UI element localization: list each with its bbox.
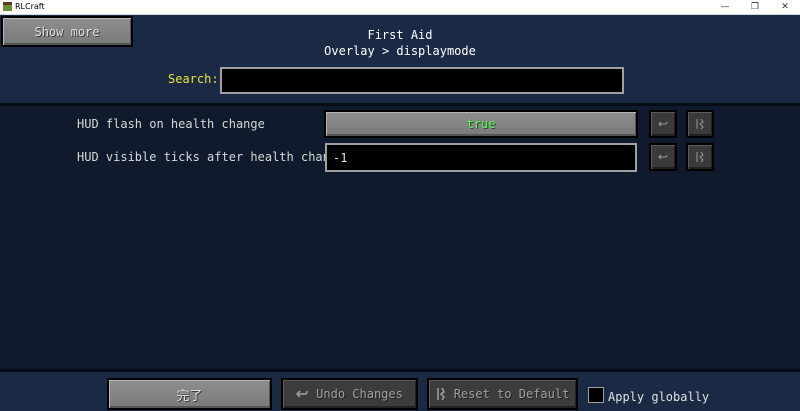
done-button[interactable]: 完了 — [107, 378, 272, 410]
window-titlebar: RLCraft — ❐ ✕ — [0, 0, 800, 15]
window-title: RLCraft — [15, 2, 45, 11]
reset-setting-button[interactable] — [686, 110, 714, 138]
apply-globally-checkbox[interactable] — [588, 387, 604, 403]
reset-to-default-label: Reset to Default — [453, 387, 570, 401]
setting-label: HUD visible ticks after health change — [77, 150, 345, 164]
hud-flash-toggle[interactable]: true — [324, 110, 638, 138]
reset-icon — [436, 387, 446, 401]
undo-setting-button[interactable] — [649, 110, 677, 138]
search-label: Search: — [168, 72, 219, 86]
setting-label: HUD flash on health change — [77, 117, 265, 131]
search-input[interactable] — [220, 67, 624, 94]
close-button[interactable]: ✕ — [770, 0, 800, 14]
reset-to-default-button[interactable]: Reset to Default — [427, 378, 578, 410]
reset-setting-button[interactable] — [686, 143, 714, 171]
undo-icon — [658, 154, 668, 160]
undo-icon — [296, 389, 308, 399]
reset-icon — [696, 151, 704, 163]
toggle-value: true — [466, 117, 496, 131]
apply-globally-label: Apply globally — [608, 390, 710, 404]
app-icon — [3, 2, 12, 11]
undo-icon — [658, 121, 668, 127]
undo-changes-button[interactable]: Undo Changes — [281, 378, 418, 410]
page-title: First Aid — [367, 28, 433, 42]
header-divider — [0, 103, 800, 106]
undo-setting-button[interactable] — [649, 143, 677, 171]
hud-ticks-input[interactable]: -1 — [325, 143, 637, 172]
reset-icon — [696, 118, 704, 130]
breadcrumb: Overlay > displaymode — [324, 44, 476, 58]
minimize-button[interactable]: — — [710, 0, 740, 14]
restore-button[interactable]: ❐ — [740, 0, 770, 14]
undo-changes-label: Undo Changes — [316, 387, 403, 401]
